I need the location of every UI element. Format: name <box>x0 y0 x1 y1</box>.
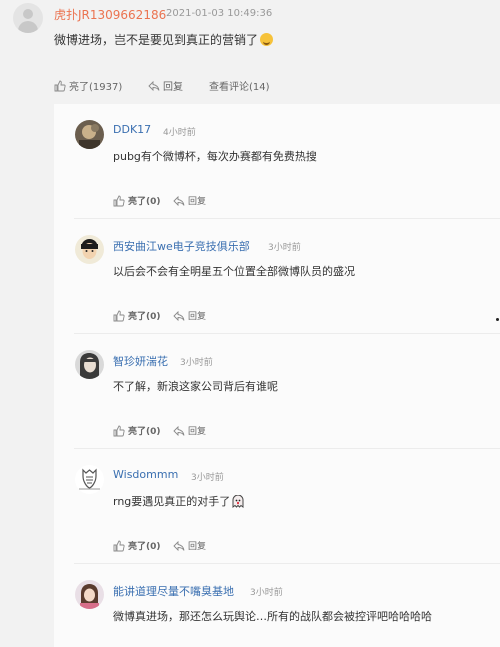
post-username[interactable]: 虎扑JR1309662186 <box>54 6 166 23</box>
comment-item: 智珍妍湍花 3小时前 不了解，新浪这家公司背后有谁呢 亮了(0) 回复 <box>54 334 500 449</box>
reply-arrow-icon <box>173 195 185 207</box>
comment-reply-label: 回复 <box>188 197 207 207</box>
comment-text: 以后会不会有全明星五个位置全部微博队员的盛况 <box>113 265 355 278</box>
comment-item: 能讲道理尽量不嘴臭基地 3小时前 微博真进场，那还怎么玩舆论…所有的战队都会被控… <box>54 564 500 647</box>
comment-reply-button[interactable]: 回复 <box>173 309 206 322</box>
comment-reply-label: 回复 <box>188 427 207 437</box>
view-comments-label: 查看评论(14) <box>209 82 270 93</box>
thumbs-up-icon <box>113 425 125 437</box>
reply-arrow-icon <box>173 425 185 437</box>
comment-text: 微博真进场，那还怎么玩舆论…所有的战队都会被控评吧哈哈哈哈 <box>113 610 432 623</box>
divider <box>496 318 499 321</box>
avatar[interactable] <box>75 235 104 264</box>
comment-username[interactable]: 西安曲江we电子竞技俱乐部 <box>113 238 250 254</box>
comment-like-label: 亮了(0) <box>128 542 161 552</box>
ghost-emoji-icon <box>232 494 244 508</box>
comment-username[interactable]: 能讲道理尽量不嘴臭基地 <box>113 583 234 599</box>
comment-username[interactable]: Wisdommm <box>113 468 178 481</box>
avatar[interactable] <box>13 3 43 33</box>
comment-time: 3小时前 <box>180 358 213 368</box>
comment-like-label: 亮了(0) <box>128 312 161 322</box>
post: 虎扑JR1309662186 2021-01-03 10:49:36 微博进场，… <box>0 0 500 104</box>
comment-panel: DDK17 4小时前 pubg有个微博杯，每次办赛都有免费热搜 亮了(0) 回复… <box>54 104 500 647</box>
comment-username[interactable]: 智珍妍湍花 <box>113 353 168 369</box>
comment-like-button[interactable]: 亮了(0) <box>113 194 161 207</box>
comment-like-button[interactable]: 亮了(0) <box>113 309 161 322</box>
post-like-button[interactable]: 亮了(1937) <box>54 78 122 93</box>
reply-arrow-icon <box>173 310 185 322</box>
comment-reply-button[interactable]: 回复 <box>173 539 206 552</box>
thumbs-up-icon <box>113 195 125 207</box>
comment-item: Wisdommm 3小时前 rng要遇见真正的对手了 亮了(0) 回复 <box>54 449 500 564</box>
post-reply-button[interactable]: 回复 <box>148 78 183 93</box>
post-timestamp: 2021-01-03 10:49:36 <box>166 8 273 19</box>
comment-item: DDK17 4小时前 pubg有个微博杯，每次办赛都有免费热搜 亮了(0) 回复 <box>54 104 500 219</box>
comment-like-label: 亮了(0) <box>128 427 161 437</box>
comment-text: pubg有个微博杯，每次办赛都有免费热搜 <box>113 150 317 163</box>
comment-time: 3小时前 <box>250 588 283 598</box>
avatar[interactable] <box>75 580 104 609</box>
avatar[interactable] <box>75 465 104 494</box>
comment-reply-label: 回复 <box>188 542 207 552</box>
thumbs-up-icon <box>54 80 66 92</box>
comment-reply-button[interactable]: 回复 <box>173 194 206 207</box>
comment-text: 不了解，新浪这家公司背后有谁呢 <box>113 380 278 393</box>
post-like-label: 亮了(1937) <box>69 82 123 93</box>
post-text: 微博进场，岂不是要见到真正的营销了 <box>54 31 274 48</box>
avatar[interactable] <box>75 350 104 379</box>
comment-like-label: 亮了(0) <box>128 197 161 207</box>
thumbs-up-icon <box>113 540 125 552</box>
comment-text-content: rng要遇见真正的对手了 <box>113 495 231 508</box>
comment-reply-button[interactable]: 回复 <box>173 424 206 437</box>
comment-item: 西安曲江we电子竞技俱乐部 3小时前 以后会不会有全明星五个位置全部微博队员的盛… <box>54 219 500 334</box>
comment-time: 3小时前 <box>191 473 224 483</box>
reply-arrow-icon <box>173 540 185 552</box>
comment-time: 3小时前 <box>268 243 301 253</box>
grin-emoji-icon <box>260 33 274 46</box>
post-text-content: 微博进场，岂不是要见到真正的营销了 <box>54 33 259 47</box>
comment-reply-label: 回复 <box>188 312 207 322</box>
thumbs-up-icon <box>113 310 125 322</box>
comment-time: 4小时前 <box>163 128 196 138</box>
comment-like-button[interactable]: 亮了(0) <box>113 424 161 437</box>
comment-username[interactable]: DDK17 <box>113 123 151 136</box>
post-reply-label: 回复 <box>163 82 183 93</box>
comment-like-button[interactable]: 亮了(0) <box>113 539 161 552</box>
view-comments-link[interactable]: 查看评论(14) <box>209 78 270 93</box>
avatar[interactable] <box>75 120 104 149</box>
reply-arrow-icon <box>148 80 160 92</box>
comment-text: rng要遇见真正的对手了 <box>113 493 244 509</box>
